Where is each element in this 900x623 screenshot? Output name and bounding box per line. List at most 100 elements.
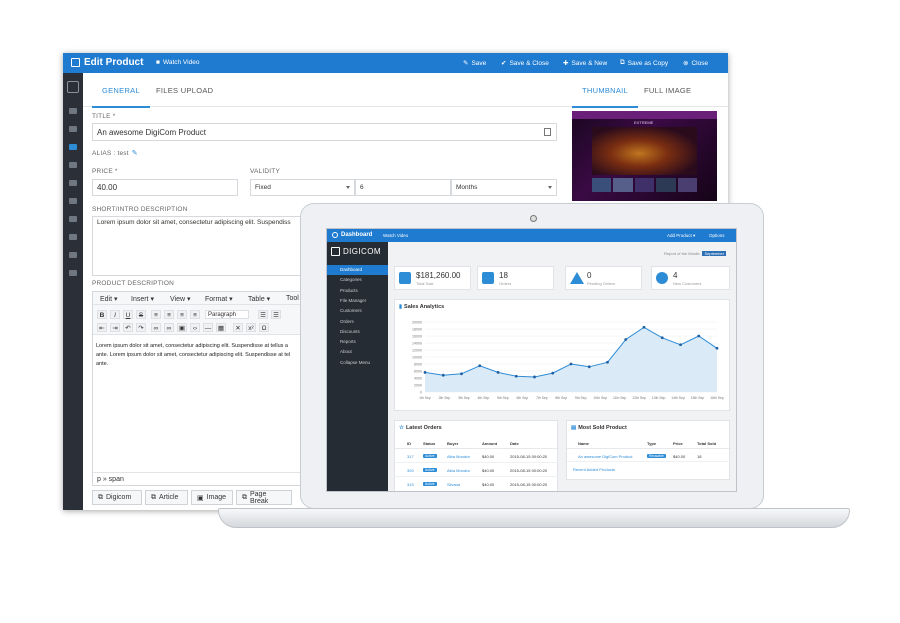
article-button[interactable]: ⧉ Article <box>145 490 188 505</box>
unlink-icon[interactable]: ∞ <box>164 323 174 332</box>
omega-icon[interactable]: Ω <box>259 323 269 332</box>
menu-table[interactable]: Table ▾ <box>248 295 270 303</box>
data-point[interactable] <box>624 338 628 341</box>
files-icon[interactable] <box>69 162 77 168</box>
buyer-link[interactable]: Silvana <box>447 482 460 487</box>
align-left-icon[interactable]: ≡ <box>151 310 161 319</box>
redo-icon[interactable]: ↷ <box>136 323 146 332</box>
nav-categories[interactable]: Categories <box>340 277 362 282</box>
tab-thumbnail[interactable]: THUMBNAIL <box>571 86 639 108</box>
validity-type-select[interactable]: Fixed <box>250 179 355 196</box>
italic-button[interactable]: I <box>110 310 120 319</box>
save-new-button[interactable]: ✚ Save & New <box>563 59 607 68</box>
image-button[interactable]: ▣ Image <box>191 490 233 505</box>
buyer-link[interactable]: Alba Mundra <box>447 468 470 473</box>
data-point[interactable] <box>460 372 463 376</box>
strike-button[interactable]: S <box>136 310 146 319</box>
nav-customers[interactable]: Customers <box>340 308 362 313</box>
about-icon[interactable] <box>69 252 77 258</box>
menu-insert[interactable]: Insert ▾ <box>131 295 154 303</box>
justify-icon[interactable]: ≡ <box>190 310 200 319</box>
data-point[interactable] <box>569 362 573 366</box>
page-break-button[interactable]: ⧉ Page Break <box>236 490 292 505</box>
validity-number-input[interactable]: 6 <box>355 179 451 196</box>
discounts-icon[interactable] <box>69 216 77 222</box>
edit-icon[interactable]: ✎ <box>132 149 138 157</box>
data-point[interactable] <box>423 371 427 374</box>
title-input[interactable]: An awesome DigiCom Product <box>92 123 557 141</box>
data-point[interactable] <box>514 374 518 378</box>
undo-icon[interactable]: ↶ <box>123 323 133 332</box>
price-input[interactable]: 40.00 <box>92 179 238 196</box>
data-point[interactable] <box>642 325 646 329</box>
watch-video-link[interactable]: ■ Watch Video <box>156 59 199 66</box>
data-point[interactable] <box>533 375 536 379</box>
order-id-link[interactable]: 320 <box>407 468 414 473</box>
hr-icon[interactable]: — <box>203 323 213 332</box>
data-point[interactable] <box>715 346 719 350</box>
align-center-icon[interactable]: ≡ <box>164 310 174 319</box>
menu-view[interactable]: View ▾ <box>170 295 191 303</box>
menu-format[interactable]: Format ▾ <box>205 295 233 303</box>
number-list-icon[interactable]: ☰ <box>271 310 281 319</box>
nav-products[interactable]: Products <box>340 288 358 293</box>
order-id-link[interactable]: 317 <box>407 454 414 459</box>
paragraph-select[interactable]: Paragraph <box>205 310 249 319</box>
data-point[interactable] <box>660 336 664 340</box>
save-copy-button[interactable]: ⧉ Save as Copy <box>620 59 668 67</box>
tab-full-image[interactable]: FULL IMAGE <box>644 86 691 95</box>
nav-orders[interactable]: Orders <box>340 319 354 324</box>
menu-tools[interactable]: Tool <box>286 295 299 302</box>
data-point[interactable] <box>496 371 500 374</box>
align-right-icon[interactable]: ≡ <box>177 310 187 319</box>
link-icon[interactable]: ∞ <box>151 323 161 332</box>
indent-icon[interactable]: ⇥ <box>110 323 120 332</box>
product-link[interactable]: An awesome DigiCom Product <box>578 454 632 459</box>
nav-collapse-menu[interactable]: Collapse Menu <box>340 360 370 365</box>
add-product-button[interactable]: Add Product ▾ <box>667 233 695 239</box>
options-button[interactable]: Options <box>709 233 725 238</box>
folder-icon[interactable] <box>69 126 77 132</box>
data-point[interactable] <box>679 343 682 347</box>
validity-unit-select[interactable]: Months <box>451 179 557 196</box>
data-point[interactable] <box>441 373 445 377</box>
nav-dashboard[interactable]: Dashboard <box>340 267 362 272</box>
nav-file-manager[interactable]: File Manager <box>340 298 366 303</box>
digicom-button[interactable]: ⧉ Digicom <box>92 490 142 505</box>
data-point[interactable] <box>551 371 555 375</box>
data-point[interactable] <box>606 360 609 364</box>
table-row[interactable]: An awesome DigiCom Product Reusable $40.… <box>567 449 731 462</box>
table-icon[interactable]: ▦ <box>216 323 226 332</box>
document-icon[interactable] <box>544 128 551 136</box>
report-month-select[interactable]: September <box>702 251 727 256</box>
superscript-icon[interactable]: x² <box>246 323 256 332</box>
nav-reports[interactable]: Reports <box>340 339 356 344</box>
reports-icon[interactable] <box>69 234 77 240</box>
save-close-button[interactable]: ✔ Save & Close <box>501 59 549 68</box>
tab-general[interactable]: GENERAL <box>92 86 150 108</box>
table-row[interactable]: 317 Active Alba Mundra $40.00 2015-08-15… <box>395 449 559 463</box>
watch-video-link[interactable]: Watch Video <box>383 233 408 238</box>
outdent-icon[interactable]: ⇤ <box>97 323 107 332</box>
recent-added-link[interactable]: Recent Added Products <box>573 467 615 472</box>
table-row[interactable]: 320 Active Alba Mundra $40.00 2015-08-15… <box>395 463 559 477</box>
save-button[interactable]: ✎ Save <box>463 59 486 68</box>
tab-files-upload[interactable]: FILES UPLOAD <box>156 86 213 95</box>
code-icon[interactable]: ‹› <box>190 323 200 332</box>
collapse-icon[interactable] <box>69 270 77 276</box>
data-point[interactable] <box>697 334 701 338</box>
order-id-link[interactable]: 319 <box>407 482 414 487</box>
thumbnail-image[interactable]: EXTREME <box>572 111 717 201</box>
data-point[interactable] <box>587 365 591 369</box>
underline-button[interactable]: U <box>123 310 133 319</box>
remove-format-icon[interactable]: ✕ <box>233 323 243 332</box>
buyer-link[interactable]: Alba Mundra <box>447 454 470 459</box>
bold-button[interactable]: B <box>97 310 107 319</box>
orders-icon[interactable] <box>69 198 77 204</box>
dashboard-icon[interactable] <box>69 108 77 114</box>
nav-about[interactable]: About <box>340 349 352 354</box>
menu-edit[interactable]: Edit ▾ <box>100 295 118 303</box>
products-icon[interactable] <box>69 144 77 150</box>
data-point[interactable] <box>478 364 482 368</box>
image-icon[interactable]: ▣ <box>177 323 187 332</box>
